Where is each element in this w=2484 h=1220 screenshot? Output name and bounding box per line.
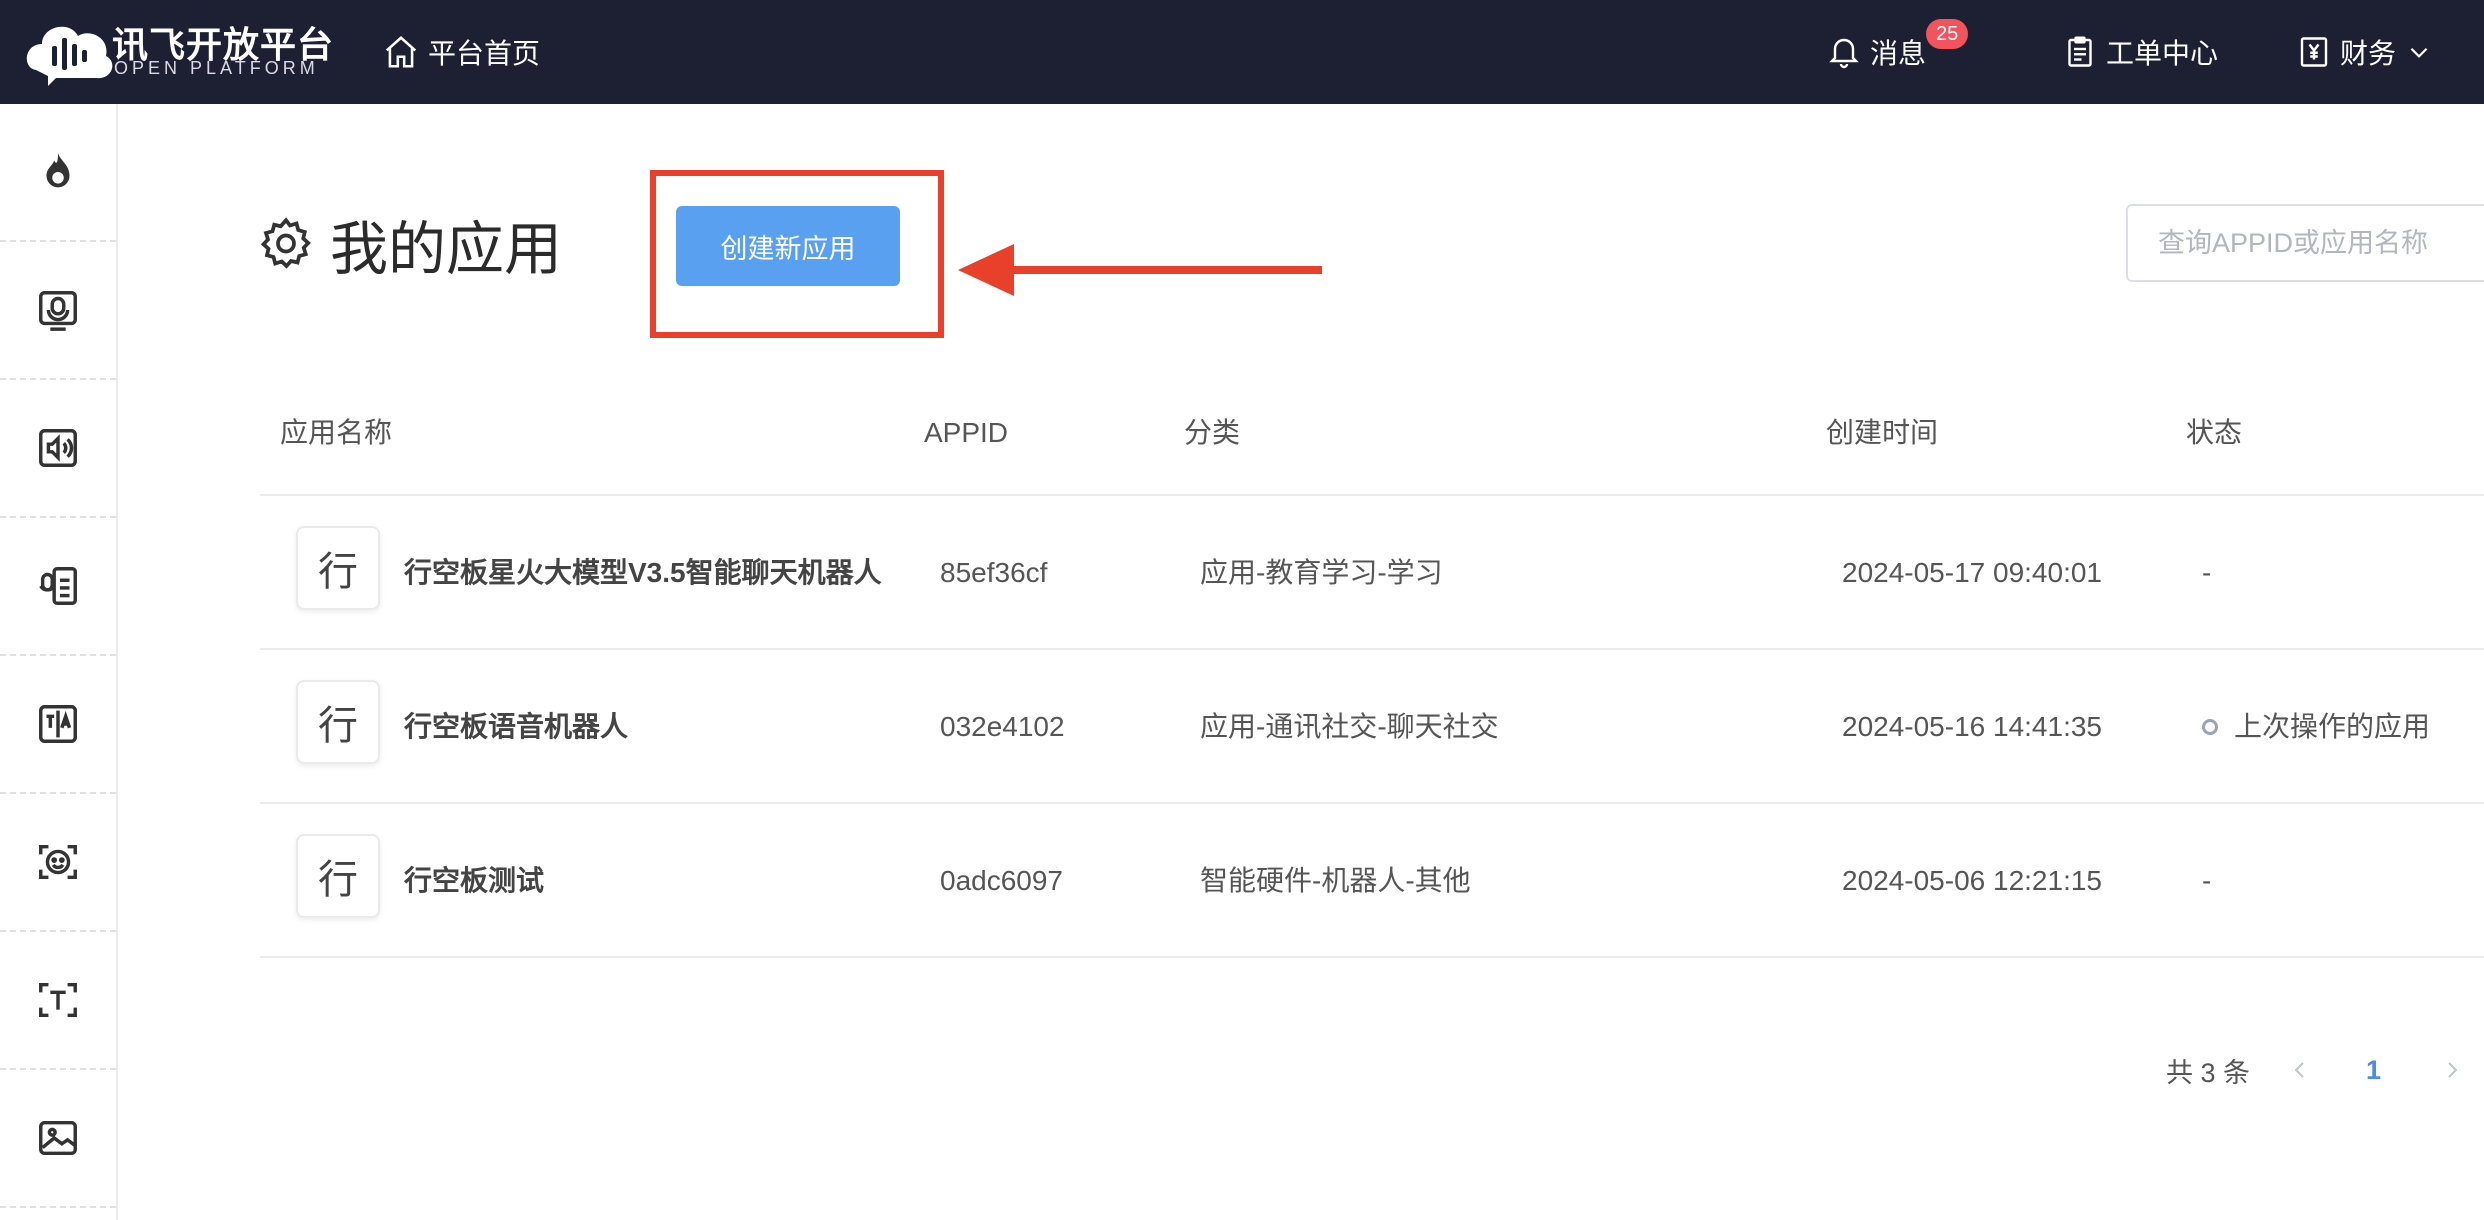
- image-recognition-icon: [39, 1120, 77, 1156]
- app-created-time: 2024-05-17 09:40:01: [1842, 557, 2102, 588]
- sidebar-item-speech-synthesis[interactable]: [0, 380, 116, 516]
- app-avatar: 行: [296, 680, 380, 764]
- message-count-badge: 25: [1926, 19, 1969, 49]
- sidebar-item-text-recognition[interactable]: [0, 932, 116, 1068]
- sidebar-item-face[interactable]: [0, 794, 116, 930]
- pagination-total: 共 3 条: [2166, 1057, 2251, 1088]
- pagination-prev[interactable]: [2288, 1044, 2312, 1096]
- face-recognition-icon: [39, 844, 77, 880]
- app-category: 智能硬件-机器人-其他: [1200, 865, 1471, 896]
- sidebar-item-speech-recognition[interactable]: [0, 242, 116, 378]
- app-name-link[interactable]: 行空板星火大模型V3.5智能聊天机器人: [404, 496, 882, 650]
- table-row[interactable]: 行 行空板测试 0adc6097 智能硬件-机器人-其他 2024-05-06 …: [260, 804, 2484, 958]
- search-input[interactable]: [2126, 204, 2484, 282]
- column-header-category: 分类: [1184, 417, 1241, 448]
- nav-messages-label: 消息: [1870, 38, 1927, 69]
- app-id: 032e4102: [940, 711, 1065, 742]
- table-row[interactable]: 行 行空板星火大模型V3.5智能聊天机器人 85ef36cf 应用-教育学习-学…: [260, 496, 2484, 650]
- translation-icon: [39, 705, 77, 743]
- sidebar-item-voice-transcription[interactable]: [0, 518, 116, 654]
- app-id: 0adc6097: [940, 865, 1064, 896]
- finance-icon: [2300, 37, 2328, 67]
- nav-finance[interactable]: 财务: [2296, 24, 2440, 80]
- clipboard-icon: [2068, 36, 2092, 67]
- column-header-name: 应用名称: [280, 417, 393, 448]
- app-category: 应用-通讯社交-聊天社交: [1200, 711, 1499, 742]
- sidebar-item-image-recognition[interactable]: [0, 1070, 116, 1206]
- nav-finance-label: 财务: [2340, 38, 2397, 69]
- chevron-down-icon: [2410, 47, 2428, 58]
- sidebar: [0, 104, 118, 1220]
- home-icon: [385, 36, 417, 68]
- sidebar-item-spark[interactable]: [0, 104, 116, 240]
- voice-document-icon: [39, 567, 77, 605]
- gear-icon: [260, 217, 311, 269]
- pagination-next[interactable]: [2440, 1044, 2464, 1096]
- app-avatar: 行: [296, 834, 380, 918]
- app-status: -: [2202, 557, 2212, 588]
- table-row[interactable]: 行 行空板语音机器人 032e4102 应用-通讯社交-聊天社交 2024-05…: [260, 650, 2484, 804]
- iflytek-logo-icon: [26, 26, 113, 86]
- page-title: 我的应用: [256, 208, 562, 282]
- app-avatar: 行: [296, 526, 380, 610]
- nav-tickets-label: 工单中心: [2106, 38, 2219, 69]
- nav-tickets[interactable]: 工单中心: [2062, 24, 2218, 80]
- app-created-time: 2024-05-06 12:21:15: [1842, 865, 2102, 896]
- page-title-text: 我的应用: [330, 217, 563, 282]
- top-navbar: 讯飞开放平台 OPEN PLATFORM 平台首页 消息 25 工单中心 财务: [0, 0, 2484, 104]
- app-name-link[interactable]: 行空板语音机器人: [404, 650, 628, 804]
- highlight-box: [650, 170, 944, 338]
- voice-recognition-icon: [39, 291, 77, 331]
- app-category: 应用-教育学习-学习: [1200, 557, 1443, 588]
- app-name-link[interactable]: 行空板测试: [404, 804, 544, 958]
- pagination-page-current[interactable]: 1: [2366, 1044, 2381, 1096]
- flame-icon: [46, 152, 70, 188]
- bell-icon: [1829, 38, 1859, 69]
- column-header-appid: APPID: [924, 417, 1009, 448]
- nav-home-label: 平台首页: [428, 38, 541, 69]
- column-header-created: 创建时间: [1826, 417, 1939, 448]
- status-dot-icon: [2202, 718, 2218, 735]
- nav-home[interactable]: 平台首页: [382, 24, 540, 80]
- nav-messages[interactable]: 消息: [1826, 24, 1926, 80]
- logo[interactable]: 讯飞开放平台 OPEN PLATFORM: [26, 8, 333, 92]
- app-status: -: [2202, 865, 2212, 896]
- table-header: 应用名称 APPID 分类 创建时间 状态: [260, 400, 2484, 496]
- arrow-annotation-icon: [958, 244, 1322, 296]
- app-status: 上次操作的应用: [2202, 650, 2430, 804]
- column-header-status: 状态: [2186, 417, 2243, 448]
- chevron-left-icon: [2294, 1062, 2304, 1078]
- chevron-right-icon: [2448, 1062, 2458, 1078]
- speech-synthesis-icon: [39, 429, 77, 467]
- app-status-text: 上次操作的应用: [2234, 711, 2431, 742]
- sidebar-item-translation[interactable]: [0, 656, 116, 792]
- app-created-time: 2024-05-16 14:41:35: [1842, 711, 2102, 742]
- text-recognition-icon: [39, 982, 77, 1018]
- brand-subtitle: OPEN PLATFORM: [114, 58, 319, 78]
- app-id: 85ef36cf: [940, 557, 1048, 588]
